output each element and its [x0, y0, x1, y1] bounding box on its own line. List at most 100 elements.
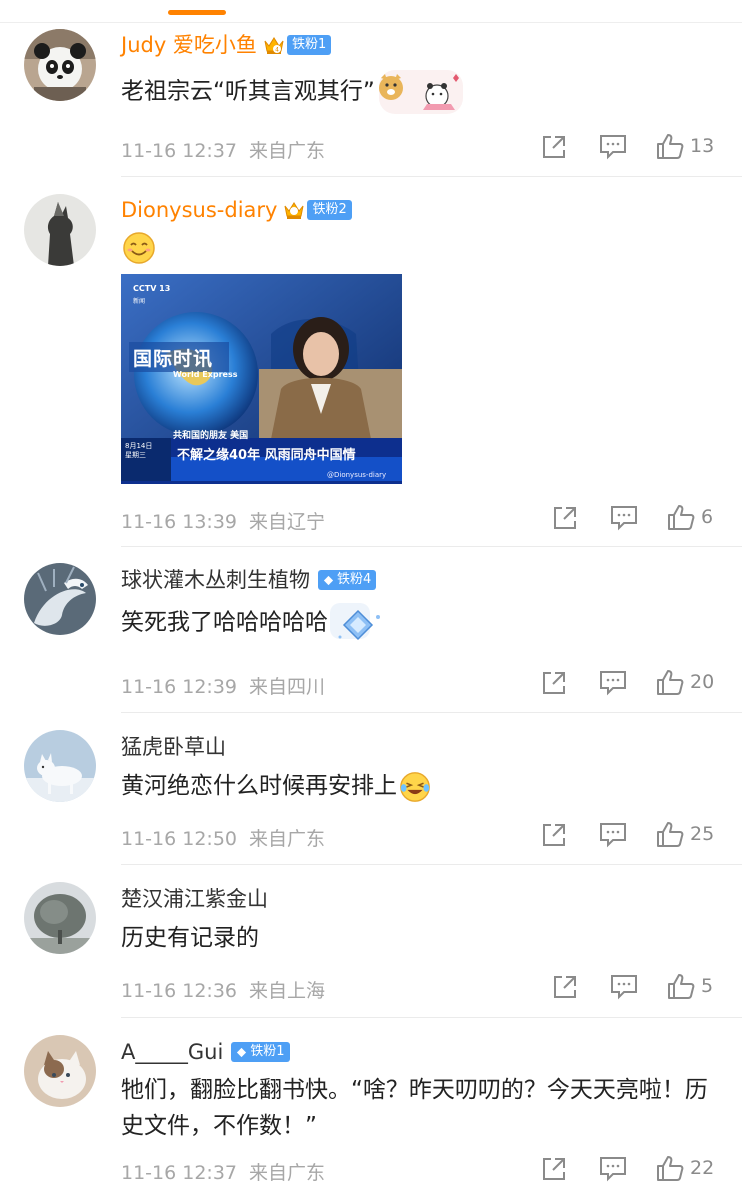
avatar[interactable]	[24, 29, 96, 101]
avatar[interactable]	[24, 194, 96, 266]
attached-image[interactable]: CCTV 13 新闻 国际时讯 World Express 共和国的朋友 美国 …	[121, 274, 402, 484]
crown-icon: 4	[264, 37, 284, 54]
like-button[interactable]: 25	[656, 820, 714, 848]
broadcast-weekday: 星期三	[125, 451, 146, 459]
like-icon	[657, 822, 684, 847]
timestamp: 11-16 12:36	[121, 980, 238, 1002]
broadcast-date: 8月14日	[125, 442, 153, 450]
share-button[interactable]	[541, 670, 567, 696]
comment-text: 老祖宗云“听其言观其行”	[121, 78, 375, 105]
program-title: 国际时讯	[133, 348, 214, 370]
divider	[0, 22, 742, 23]
like-button[interactable]: 13	[656, 132, 714, 160]
username[interactable]: 楚汉浦江紫金山	[121, 886, 268, 912]
comment-text: 牠们，翻脸比翻书快。“啥？昨天叨叨的？今天天亮啦！历史文件，不作数！”	[121, 1077, 708, 1139]
divider	[121, 864, 742, 865]
avatar[interactable]	[24, 882, 96, 954]
comment-icon	[600, 823, 626, 848]
comment-icon	[600, 1157, 626, 1182]
like-count: 13	[690, 135, 715, 157]
share-icon	[543, 136, 565, 158]
share-icon	[554, 976, 576, 998]
comment-text: 笑死我了哈哈哈哈哈	[121, 609, 328, 636]
location: 来自上海	[249, 980, 326, 1002]
location: 来自广东	[249, 140, 326, 162]
share-icon	[543, 824, 565, 846]
like-icon	[657, 134, 684, 159]
like-button[interactable]: 20	[656, 668, 714, 696]
channel-logo: CCTV 13	[133, 284, 171, 293]
like-icon	[657, 1156, 684, 1181]
comment-button[interactable]	[599, 822, 627, 848]
like-count: 20	[690, 671, 715, 693]
fan-badge-label: 铁粉4	[337, 572, 372, 587]
share-button[interactable]	[541, 1156, 567, 1182]
comment-icon	[600, 135, 626, 160]
fan-badge: 铁粉1	[231, 1042, 290, 1062]
share-button[interactable]	[541, 134, 567, 160]
share-icon	[543, 1158, 565, 1180]
location: 来自四川	[249, 676, 326, 698]
svg-text:4: 4	[275, 47, 279, 54]
like-count: 6	[701, 506, 714, 528]
avatar[interactable]	[24, 1035, 96, 1107]
divider	[121, 176, 742, 177]
username[interactable]: Dionysus-diary	[121, 197, 277, 223]
username[interactable]: 猛虎卧草山	[121, 734, 226, 760]
fan-badge-label: 铁粉1	[250, 1044, 285, 1059]
comment-button[interactable]	[599, 1156, 627, 1182]
diamond-sticker-icon	[330, 603, 380, 641]
comment-text: 历史有记录的	[121, 925, 259, 951]
divider	[121, 546, 742, 547]
comment-icon	[611, 506, 637, 531]
divider	[121, 1017, 742, 1018]
username[interactable]: A_____Gui	[121, 1039, 223, 1065]
news-headline: 不解之缘40年 风雨同舟中国情	[177, 448, 356, 463]
laugh-cry-emoji-icon	[400, 771, 430, 802]
share-button[interactable]	[552, 505, 578, 531]
like-count: 5	[701, 975, 714, 997]
share-icon	[554, 507, 576, 529]
smile-emoji-icon	[121, 230, 157, 270]
comment-button[interactable]	[610, 505, 638, 531]
username[interactable]: Judy 爱吃小鱼	[121, 32, 257, 58]
like-count: 22	[690, 1157, 715, 1179]
avatar[interactable]	[24, 730, 96, 802]
like-icon	[668, 974, 695, 999]
timestamp: 11-16 12:37	[121, 1162, 238, 1184]
comment-button[interactable]	[599, 670, 627, 696]
active-tab-indicator	[168, 10, 226, 15]
share-button[interactable]	[552, 974, 578, 1000]
comment-button[interactable]	[610, 974, 638, 1000]
timestamp: 11-16 12:50	[121, 828, 238, 850]
share-button[interactable]	[541, 822, 567, 848]
program-title-en: World Express	[173, 370, 238, 379]
share-icon	[543, 672, 565, 694]
diamond-icon	[237, 1047, 247, 1057]
like-button[interactable]: 5	[667, 972, 713, 1000]
diamond-icon	[323, 575, 334, 585]
caption-small: 共和国的朋友 美国	[173, 431, 249, 441]
location: 来自广东	[249, 828, 326, 850]
doge-sticker-icon	[378, 70, 463, 114]
divider	[121, 712, 742, 713]
comment-button[interactable]	[599, 134, 627, 160]
location: 来自广东	[249, 1162, 326, 1184]
timestamp: 11-16 12:37	[121, 140, 238, 162]
like-button[interactable]: 22	[656, 1154, 714, 1182]
channel-sub: 新闻	[133, 298, 146, 305]
comment-text: 黄河绝恋什么时候再安排上	[121, 773, 397, 799]
username[interactable]: 球状灌木丛刺生植物	[121, 567, 310, 593]
crown-icon	[284, 202, 304, 219]
timestamp: 11-16 12:39	[121, 676, 238, 698]
fan-badge: 铁粉2	[307, 200, 352, 220]
like-button[interactable]: 6	[667, 503, 713, 531]
comment-icon	[600, 671, 626, 696]
timestamp: 11-16 13:39	[121, 511, 238, 533]
avatar[interactable]	[24, 563, 96, 635]
fan-badge: 铁粉1	[286, 35, 332, 55]
location: 来自辽宁	[249, 511, 326, 533]
like-icon	[668, 505, 695, 530]
like-count: 25	[690, 823, 715, 845]
comment-icon	[611, 975, 637, 1000]
